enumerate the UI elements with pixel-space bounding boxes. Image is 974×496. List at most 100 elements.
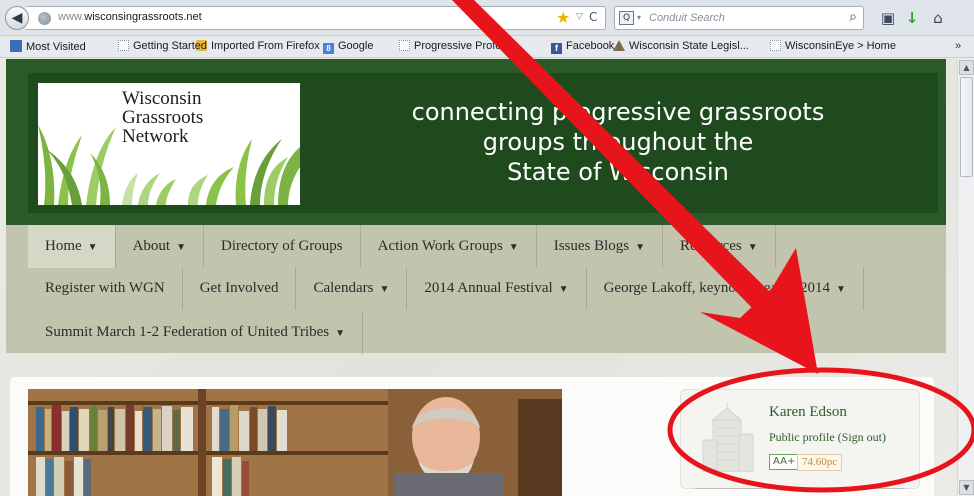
bookmark-item[interactable]: WisconsinEye > Home	[770, 40, 896, 52]
chevron-down-icon: ▼	[836, 284, 846, 295]
menu-item[interactable]: George Lakoff, keynote speaker 2014 ▼	[587, 267, 864, 310]
bookmark-label: Getting Started	[133, 40, 207, 52]
page-scrollbar[interactable]: ▲ ▼	[957, 59, 974, 496]
user-profile-card: Karen Edson Public profile (Sign out) AA…	[680, 389, 920, 489]
reload-icon[interactable]: C	[589, 10, 597, 24]
bookmark-item[interactable]: Progressive Profess...	[399, 40, 522, 52]
chevron-down-icon: ▼	[176, 242, 186, 253]
bookmark-item[interactable]: Wisconsin State Legisl...	[613, 40, 749, 52]
menu-item-label: Directory of Groups	[220, 238, 343, 254]
url-text: www.wisconsingrassroots.net	[58, 11, 202, 23]
menu-item[interactable]: Get Involved	[183, 267, 297, 310]
menu-item[interactable]: Register with WGN	[28, 267, 183, 310]
pc-value-badge: 74.60pc	[797, 454, 843, 471]
url-prefix: www.	[58, 11, 85, 23]
main-menu: Home ▼ About ▼ Directory of Groups Action Wor…	[6, 225, 946, 354]
site-logo[interactable]: Wisconsin Grassroots Network	[38, 83, 300, 205]
tagline-line-3: State of Wisconsin	[507, 158, 729, 186]
facebook-icon: f	[551, 43, 562, 54]
magnifier-icon[interactable]: ⌕	[849, 9, 857, 25]
profile-name-link[interactable]: Karen Edson	[769, 404, 847, 421]
page-icon	[399, 40, 410, 51]
site-header: Wisconsin Grassroots Network connecting …	[6, 59, 946, 225]
home-icon[interactable]: ⌂	[926, 6, 950, 30]
menu-item[interactable]: 2014 Annual Festival ▼	[407, 267, 587, 310]
page-icon	[118, 40, 129, 51]
chevron-down-icon: ▼	[335, 328, 346, 339]
menu-item[interactable]: Directory of Groups	[204, 225, 361, 268]
chevron-down-icon: ▼	[635, 242, 646, 253]
bookmark-item[interactable]: f Facebook	[551, 40, 614, 54]
scroll-thumb[interactable]	[960, 77, 973, 177]
public-profile-link[interactable]: Public profile	[769, 430, 835, 444]
bookmark-label: Most Visited	[26, 41, 86, 53]
bookmark-item[interactable]: 8 Google	[323, 40, 373, 54]
search-input[interactable]: Q ▾ Conduit Search ⌕	[614, 6, 864, 30]
bookmarks-more-icon[interactable]: »	[955, 40, 961, 52]
menu-item-label: Home	[45, 238, 82, 254]
chevron-down-icon: ▼	[87, 242, 98, 253]
bookmark-label: Wisconsin State Legisl...	[629, 40, 749, 52]
search-engine-icon[interactable]: Q	[619, 11, 634, 25]
bookmark-label: Progressive Profess...	[414, 40, 522, 52]
menu-item[interactable]: Issues Blogs ▼	[537, 225, 664, 268]
bookmark-item[interactable]: Most Visited	[10, 40, 86, 53]
capitol-icon	[613, 40, 625, 51]
menu-item-label: Action Work Groups	[377, 238, 503, 254]
menu-row-3: Summit March 1-2 Federation of United Tr…	[28, 311, 364, 354]
header-inner: Wisconsin Grassroots Network connecting …	[28, 73, 938, 213]
globe-icon	[38, 12, 51, 25]
chevron-down-icon: ▼	[379, 284, 390, 295]
browser-nav-bar: www.wisconsingrassroots.net ★ ▽ C ◀ Q ▾ …	[0, 0, 974, 36]
site-tagline: connecting progressive grassroots groups…	[328, 97, 908, 187]
featured-photo[interactable]	[28, 389, 562, 496]
menu-item-label: Get Involved	[199, 280, 279, 296]
logo-text: Wisconsin Grassroots Network	[122, 89, 232, 146]
card-divider	[695, 488, 905, 489]
scroll-up-icon[interactable]: ▲	[959, 60, 974, 75]
menu-item-label: Resources	[680, 238, 742, 254]
menu-item-label: George Lakoff, keynote speaker 2014	[603, 280, 831, 296]
bookmarks-bar: WisconsinEye > Home Wisconsin State Legis…	[0, 37, 974, 58]
menu-item-label: 2014 Annual Festival	[424, 280, 553, 296]
logo-line-1: Wisconsin	[122, 88, 202, 109]
menu-item[interactable]: Summit March 1-2 Federation of United Tr…	[28, 311, 364, 354]
menu-item-label: Calendars	[313, 280, 374, 296]
search-placeholder: Conduit Search	[649, 12, 725, 24]
toolbar-menu-icon[interactable]: ▣	[876, 6, 900, 30]
profile-links: Public profile (Sign out)	[769, 430, 886, 445]
url-history-dropdown-icon[interactable]: ▽	[576, 12, 583, 22]
menu-item[interactable]: Home ▼	[28, 225, 116, 268]
bookmark-label: WisconsinEye > Home	[785, 40, 896, 52]
menu-item-label: Issues Blogs	[553, 238, 630, 254]
content-area: Karen Edson Public profile (Sign out) AA…	[10, 377, 934, 496]
special-icon	[10, 40, 22, 52]
bookshelf-photo-image	[28, 389, 562, 496]
menu-item[interactable]: Resources ▼	[663, 225, 776, 268]
chevron-down-icon: ▼	[558, 284, 569, 295]
tagline-line-2: groups throughout the	[482, 128, 754, 156]
bookmark-item[interactable]: Getting Started	[118, 40, 207, 52]
back-button[interactable]: ◀	[5, 6, 29, 30]
menu-item-label: Register with WGN	[45, 280, 165, 296]
bookmark-item[interactable]: Imported From Firefox	[196, 40, 320, 52]
chevron-down-icon: ▼	[508, 242, 519, 253]
bookmark-label: Facebook	[566, 40, 615, 52]
sign-out-link[interactable]: (Sign out)	[838, 430, 886, 444]
page-icon	[770, 40, 781, 51]
menu-row-2: Register with WGN Get Involved Calendars ▼ 2…	[28, 267, 864, 310]
chevron-down-icon: ▼	[747, 242, 758, 253]
font-resize-button[interactable]: AA+	[769, 454, 800, 470]
menu-item[interactable]: Calendars ▼	[296, 267, 408, 310]
logo-line-2: Grassroots	[122, 107, 204, 128]
download-icon[interactable]: ↓	[900, 6, 924, 30]
url-bar[interactable]: www.wisconsingrassroots.net ★ ▽ C	[26, 6, 606, 30]
avatar-icon[interactable]	[699, 400, 755, 472]
bookmark-star-icon[interactable]: ★	[556, 8, 570, 27]
tagline-line-1: connecting progressive grassroots	[411, 98, 825, 126]
menu-item[interactable]: About ▼	[116, 225, 204, 268]
scroll-down-icon[interactable]: ▼	[959, 480, 974, 495]
menu-item[interactable]: Action Work Groups ▼	[361, 225, 537, 268]
web-page: Wisconsin Grassroots Network connecting …	[0, 59, 957, 496]
search-engine-caret-icon[interactable]: ▾	[637, 13, 641, 22]
